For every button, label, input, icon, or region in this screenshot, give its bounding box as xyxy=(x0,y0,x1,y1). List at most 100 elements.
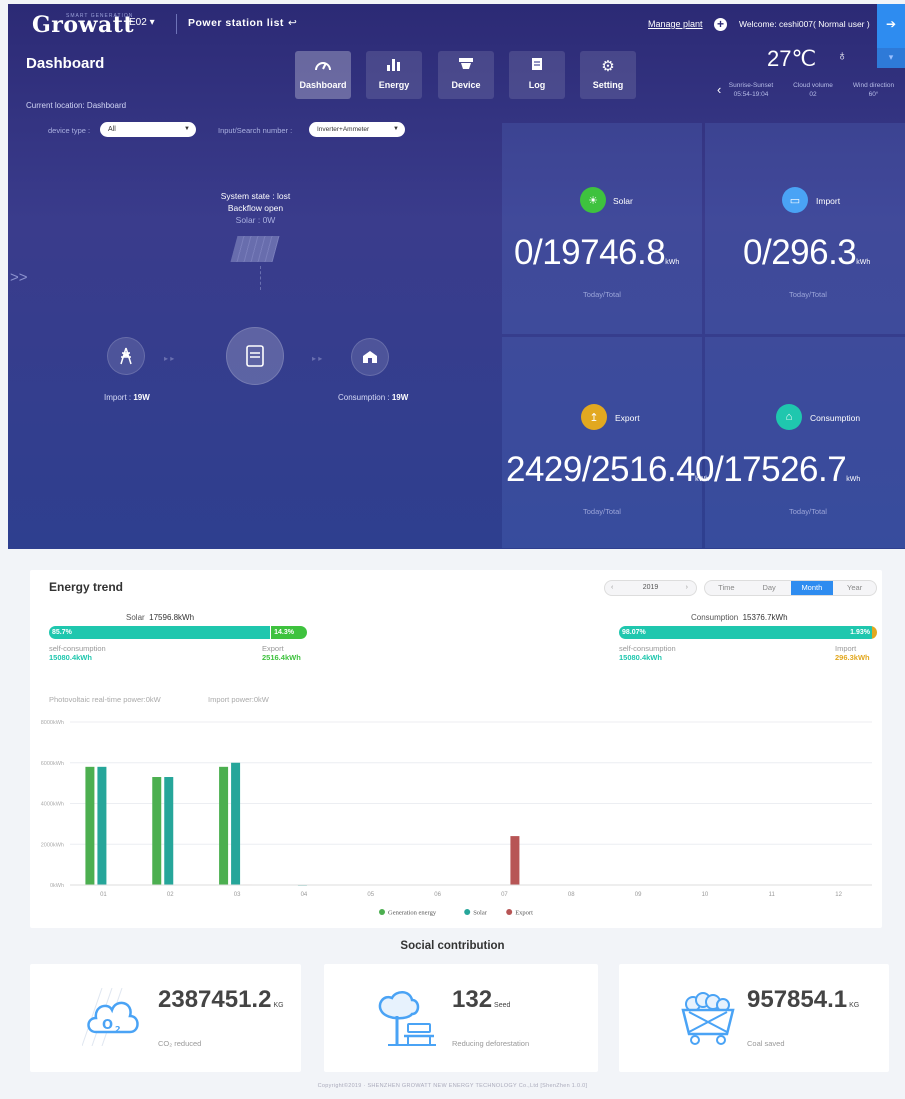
weather-prev-arrow-icon[interactable]: ‹ xyxy=(717,82,721,97)
x-tick-label: 10 xyxy=(702,892,709,898)
tab-time[interactable]: Time xyxy=(705,581,748,595)
device-icon xyxy=(438,57,494,75)
power-station-list-link[interactable]: Power station list ↩ xyxy=(188,17,297,29)
deforestation-number: 132 xyxy=(452,986,493,1013)
stat-number: 0/296.3 xyxy=(743,233,857,272)
nav-dashboard[interactable]: Dashboard xyxy=(295,51,351,99)
consumption-summary: Consumption 15376.7kWh xyxy=(691,613,788,622)
consumption-self-pct: 98.07% xyxy=(622,629,646,636)
legend-swatch xyxy=(464,909,471,915)
flow-line xyxy=(260,266,261,290)
stat-value: 2429/2516.4kWh xyxy=(506,450,709,490)
legend-value: 15080.4kWh xyxy=(619,653,662,662)
device-type-select[interactable]: All ▼ xyxy=(100,122,196,137)
stat-sub: Today/Total xyxy=(583,507,621,516)
solar-export-legend: Export 2516.4kWh xyxy=(262,644,301,662)
import-flow-value: 19W xyxy=(133,393,150,402)
legend-label: self-consumption xyxy=(619,644,676,653)
bar-solar xyxy=(164,777,174,885)
welcome-user: Welcome: ceshi007( Normal user ) xyxy=(739,19,870,29)
x-tick-label: 04 xyxy=(301,892,308,898)
breadcrumb: Current location: Dashboard xyxy=(26,101,127,110)
device-type-label: device type : xyxy=(48,126,91,135)
import-flow-label: Import : 19W xyxy=(104,393,150,402)
coal-unit: KG xyxy=(849,1002,860,1009)
nav-label: Log xyxy=(528,80,546,90)
nav-label: Dashboard xyxy=(299,80,347,90)
co2-label: CO₂ reduced xyxy=(158,1039,202,1048)
tab-day[interactable]: Day xyxy=(748,581,791,595)
consumption-import-legend: Import 296.3kWh xyxy=(835,644,870,662)
legend-value: 15080.4kWh xyxy=(49,653,92,662)
energy-trend-chart: 0kWh 2000kWh 4000kWh 6000kWh 8000kWh 01 02 03 04… xyxy=(41,720,872,917)
stat-sub: Today/Total xyxy=(583,290,621,299)
weather-sunrise: Sunrise-Sunset 05:54-19:04 xyxy=(726,82,776,98)
bar-generation-energy xyxy=(219,766,229,885)
coal-value: 957854.1 KG xyxy=(747,986,859,1014)
next-year-icon[interactable]: › xyxy=(686,581,688,595)
back-arrow-icon[interactable]: ↩ xyxy=(288,17,297,29)
collapse-toggle[interactable]: ▾ xyxy=(877,48,905,68)
nav-energy[interactable]: Energy xyxy=(366,51,422,99)
grid-tower-icon[interactable] xyxy=(107,337,145,375)
consumption-icon: ⌂ xyxy=(776,404,802,430)
solar-self-legend: self-consumption 15080.4kWh xyxy=(49,644,106,662)
y-tick-label: 6000kWh xyxy=(41,761,64,767)
plant-selector[interactable]: E02 ▾ xyxy=(129,17,155,28)
manage-plant-link[interactable]: Manage plant xyxy=(648,19,703,29)
tree-icon xyxy=(374,990,440,1053)
x-tick-label: 11 xyxy=(769,892,776,898)
chevron-down-icon: ▾ xyxy=(888,52,894,62)
x-tick-label: 06 xyxy=(434,892,441,898)
nav-label: Energy xyxy=(378,80,410,90)
nav-setting[interactable]: ⚙ Setting xyxy=(580,51,636,99)
search-number-label: Input/Search number : xyxy=(218,126,293,135)
nav-label: Device xyxy=(451,80,481,90)
solar-summary: Solar 17596.8kWh xyxy=(126,613,194,622)
x-tick-label: 07 xyxy=(501,892,508,898)
tab-year[interactable]: Year xyxy=(833,581,876,595)
solar-panel-icon xyxy=(230,236,280,262)
co2-card: O 2 2387451.2 KG CO₂ reduced xyxy=(30,964,301,1072)
consumption-summary-label: Consumption xyxy=(691,613,739,622)
nav-log[interactable]: Log xyxy=(509,51,565,99)
export-icon: ↥ xyxy=(581,404,607,430)
tab-month[interactable]: Month xyxy=(790,581,834,595)
logout-button[interactable]: ➔ xyxy=(877,4,905,48)
energy-trend-title: Energy trend xyxy=(49,580,124,594)
stat-card-export: ↥ Export 2429/2516.4kWh Today/Total xyxy=(502,337,709,548)
chevron-down-icon: ▼ xyxy=(393,126,399,132)
prev-year-icon[interactable]: ‹ xyxy=(611,581,613,595)
home-icon[interactable] xyxy=(351,338,389,376)
co2-value: 2387451.2 KG xyxy=(158,986,284,1014)
stat-unit: kWh xyxy=(846,476,861,483)
nav-device[interactable]: Device xyxy=(438,51,494,99)
weather-value: 05:54-19:04 xyxy=(733,91,769,98)
bar-solar xyxy=(97,766,107,885)
page-title: Dashboard xyxy=(26,55,105,72)
x-tick-label: 01 xyxy=(100,892,107,898)
search-number-value: Inverter+Ammeter xyxy=(317,126,370,133)
nav-label: Setting xyxy=(592,80,624,90)
import-icon: ▭ xyxy=(782,187,808,213)
legend-label: Export xyxy=(515,910,533,917)
stat-name: Import xyxy=(816,196,841,206)
add-plant-icon[interactable]: + xyxy=(714,18,727,31)
import-power-label: Import power:0kW xyxy=(208,695,269,704)
bar-generation-energy xyxy=(85,766,95,885)
stat-name: Solar xyxy=(613,196,633,206)
bar-solar xyxy=(231,762,241,885)
search-number-select[interactable]: Inverter+Ammeter ▼ xyxy=(309,122,405,137)
year-picker[interactable]: ‹ 2019 › xyxy=(604,580,697,596)
expand-sidebar-icon[interactable]: >> xyxy=(10,269,28,286)
stat-value: 0/19746.8kWh xyxy=(514,233,679,273)
y-tick-label: 0kWh xyxy=(50,883,64,889)
x-tick-label: 12 xyxy=(835,892,842,898)
chevron-down-icon: ▼ xyxy=(184,126,190,132)
sun-icon: ☀ xyxy=(580,187,606,213)
inverter-icon[interactable] xyxy=(226,327,284,385)
stat-card-import: ▭ Import 0/296.3kWh Today/Total xyxy=(705,123,905,334)
weather-label: Sunrise-Sunset xyxy=(728,82,774,89)
solar-self-segment: 85.7% xyxy=(49,626,271,639)
solar-summary-label: Solar xyxy=(126,613,145,622)
